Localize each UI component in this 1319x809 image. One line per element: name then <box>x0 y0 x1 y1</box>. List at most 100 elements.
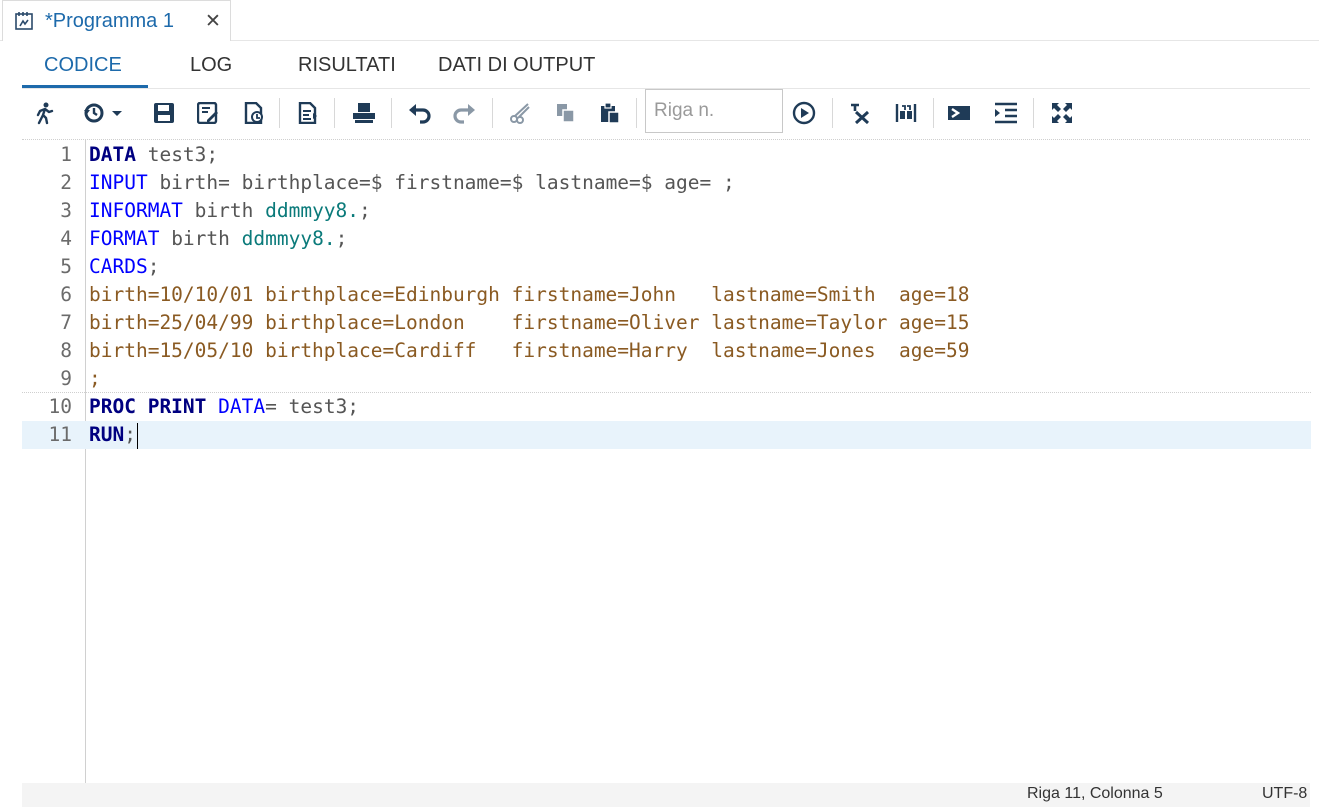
toggle-lines-icon[interactable] <box>992 99 1020 127</box>
clear-icon[interactable] <box>846 99 874 127</box>
code-text: CARDS; <box>89 253 159 281</box>
active-tab-indicator <box>22 85 148 88</box>
history-icon[interactable] <box>82 99 126 127</box>
line-number: 4 <box>60 227 72 250</box>
line-number: 7 <box>60 311 72 334</box>
code-token: ; <box>359 199 371 222</box>
text-caret <box>136 422 138 449</box>
line-number: 3 <box>60 199 72 222</box>
code-line[interactable]: 4 FORMAT birth ddmmyy8.; <box>22 225 1311 253</box>
code-token: birth=15/05/10 birthplace=Cardiff firstn… <box>89 339 970 362</box>
line-number: 2 <box>60 171 72 194</box>
line-number: 8 <box>60 339 72 362</box>
code-text: ; <box>89 365 101 393</box>
run-icon[interactable] <box>30 99 58 127</box>
code-token: ddmmyy8. <box>265 199 360 222</box>
code-text: birth=15/05/10 birthplace=Cardiff firstn… <box>89 337 970 365</box>
code-token: ; <box>124 423 136 446</box>
status-bar: Riga 11, Colonna 5 UTF-8 <box>22 783 1310 807</box>
code-token: birth= birthplace=$ firstname=$ lastname… <box>147 171 735 194</box>
toolbar-separator <box>492 98 493 128</box>
code-line[interactable]: 6 birth=10/10/01 birthplace=Edinburgh fir… <box>22 281 1311 309</box>
tab-log[interactable]: LOG <box>190 54 232 77</box>
copy-icon[interactable] <box>552 99 580 127</box>
code-token: ; <box>89 367 101 390</box>
code-token: ; <box>335 227 348 250</box>
code-token: ddmmyy8. <box>241 227 336 250</box>
code-line[interactable]: 5 CARDS; <box>22 253 1311 281</box>
code-text: birth=10/10/01 birthplace=Edinburgh firs… <box>89 281 970 309</box>
code-line[interactable]: 9; <box>22 365 1311 393</box>
code-token: = test3; <box>265 395 360 418</box>
toolbar-separator <box>933 98 934 128</box>
code-line[interactable]: 7 birth=25/04/99 birthplace=London firstn… <box>22 309 1311 337</box>
line-number: 11 <box>48 423 72 446</box>
document-tab-programma-1[interactable]: *Programma 1 ✕ <box>2 0 231 41</box>
code-text: FORMAT birth ddmmyy8.; <box>89 225 347 253</box>
toolbar-separator <box>279 98 280 128</box>
tab-dati-di-output[interactable]: DATI DI OUTPUT <box>438 54 595 77</box>
tab-codice[interactable]: CODICE <box>44 54 122 77</box>
line-number: 9 <box>60 367 72 390</box>
code-token: birth <box>159 227 242 250</box>
code-token: test3; <box>135 143 219 166</box>
code-text: birth=25/04/99 birthplace=London firstna… <box>89 309 970 337</box>
code-token: INPUT <box>89 171 148 194</box>
code-token: DATA <box>89 143 136 166</box>
code-line[interactable]: 11 RUN; <box>22 421 1311 449</box>
close-icon[interactable]: ✕ <box>205 10 221 33</box>
go-to-line-input[interactable] <box>645 89 783 133</box>
code-token: birth=10/10/01 birthplace=Edinburgh firs… <box>89 283 970 306</box>
code-text: INPUT birth= birthplace=$ firstname=$ la… <box>89 169 735 197</box>
encoding-label: UTF-8 <box>1262 785 1308 802</box>
toolbar-separator <box>1033 98 1034 128</box>
cut-icon[interactable] <box>506 99 534 127</box>
tab-risultati[interactable]: RISULTATI <box>298 54 396 77</box>
code-token: ; <box>147 255 160 278</box>
code-token: PROC PRINT <box>89 395 207 418</box>
code-token: birth=25/04/99 birthplace=London firstna… <box>89 311 970 334</box>
save-icon[interactable] <box>150 99 178 127</box>
print-icon[interactable] <box>350 99 378 127</box>
code-editor[interactable]: 1 DATA test3; 2 INPUT birth= birthplace=$ f… <box>22 140 1311 783</box>
code-token: INFORMAT <box>89 199 183 222</box>
toolbar-separator <box>832 98 833 128</box>
toolbar-separator <box>334 98 335 128</box>
code-text: RUN; <box>89 421 138 449</box>
program-icon <box>13 10 35 32</box>
toolbar-separator <box>391 98 392 128</box>
code-text: PROC PRINT DATA= test3; <box>89 393 359 421</box>
maximize-icon[interactable] <box>1048 99 1076 127</box>
code-line[interactable]: 8 birth=15/05/10 birthplace=Cardiff first… <box>22 337 1311 365</box>
code-line[interactable]: 3 INFORMAT birth ddmmyy8.; <box>22 197 1311 225</box>
export-icon[interactable] <box>240 99 268 127</box>
code-token: RUN <box>89 423 125 446</box>
document-tab-title: *Programma 1 <box>45 9 174 32</box>
code-line[interactable]: 2 INPUT birth= birthplace=$ firstname=$ l… <box>22 169 1311 197</box>
view-tabs: CODICE LOG RISULTATI DATI DI OUTPUT <box>22 41 1310 89</box>
line-number: 10 <box>48 395 72 418</box>
code-token: birth <box>182 199 266 222</box>
code-token: FORMAT <box>89 227 160 250</box>
save-as-icon[interactable] <box>194 99 222 127</box>
redo-icon[interactable] <box>450 99 478 127</box>
code-token: DATA <box>218 395 266 418</box>
code-line[interactable]: 10 PROC PRINT DATA= test3; <box>22 393 1311 421</box>
code-toolbar <box>22 89 1310 140</box>
submit-selection-icon[interactable] <box>946 99 974 127</box>
line-number: 1 <box>60 143 72 166</box>
snippets-icon[interactable] <box>892 99 920 127</box>
code-text: INFORMAT birth ddmmyy8.; <box>89 197 371 225</box>
document-tab-bar: *Programma 1 ✕ <box>0 0 1319 41</box>
code-text: DATA test3; <box>89 141 218 169</box>
line-number: 5 <box>60 255 72 278</box>
go-to-line-icon[interactable] <box>790 99 818 127</box>
line-number: 6 <box>60 283 72 306</box>
toolbar-separator <box>636 98 637 128</box>
code-token: CARDS <box>89 255 148 278</box>
paste-icon[interactable] <box>596 99 624 127</box>
format-code-icon[interactable] <box>294 99 322 127</box>
code-line[interactable]: 1 DATA test3; <box>22 141 1311 169</box>
undo-icon[interactable] <box>406 99 434 127</box>
